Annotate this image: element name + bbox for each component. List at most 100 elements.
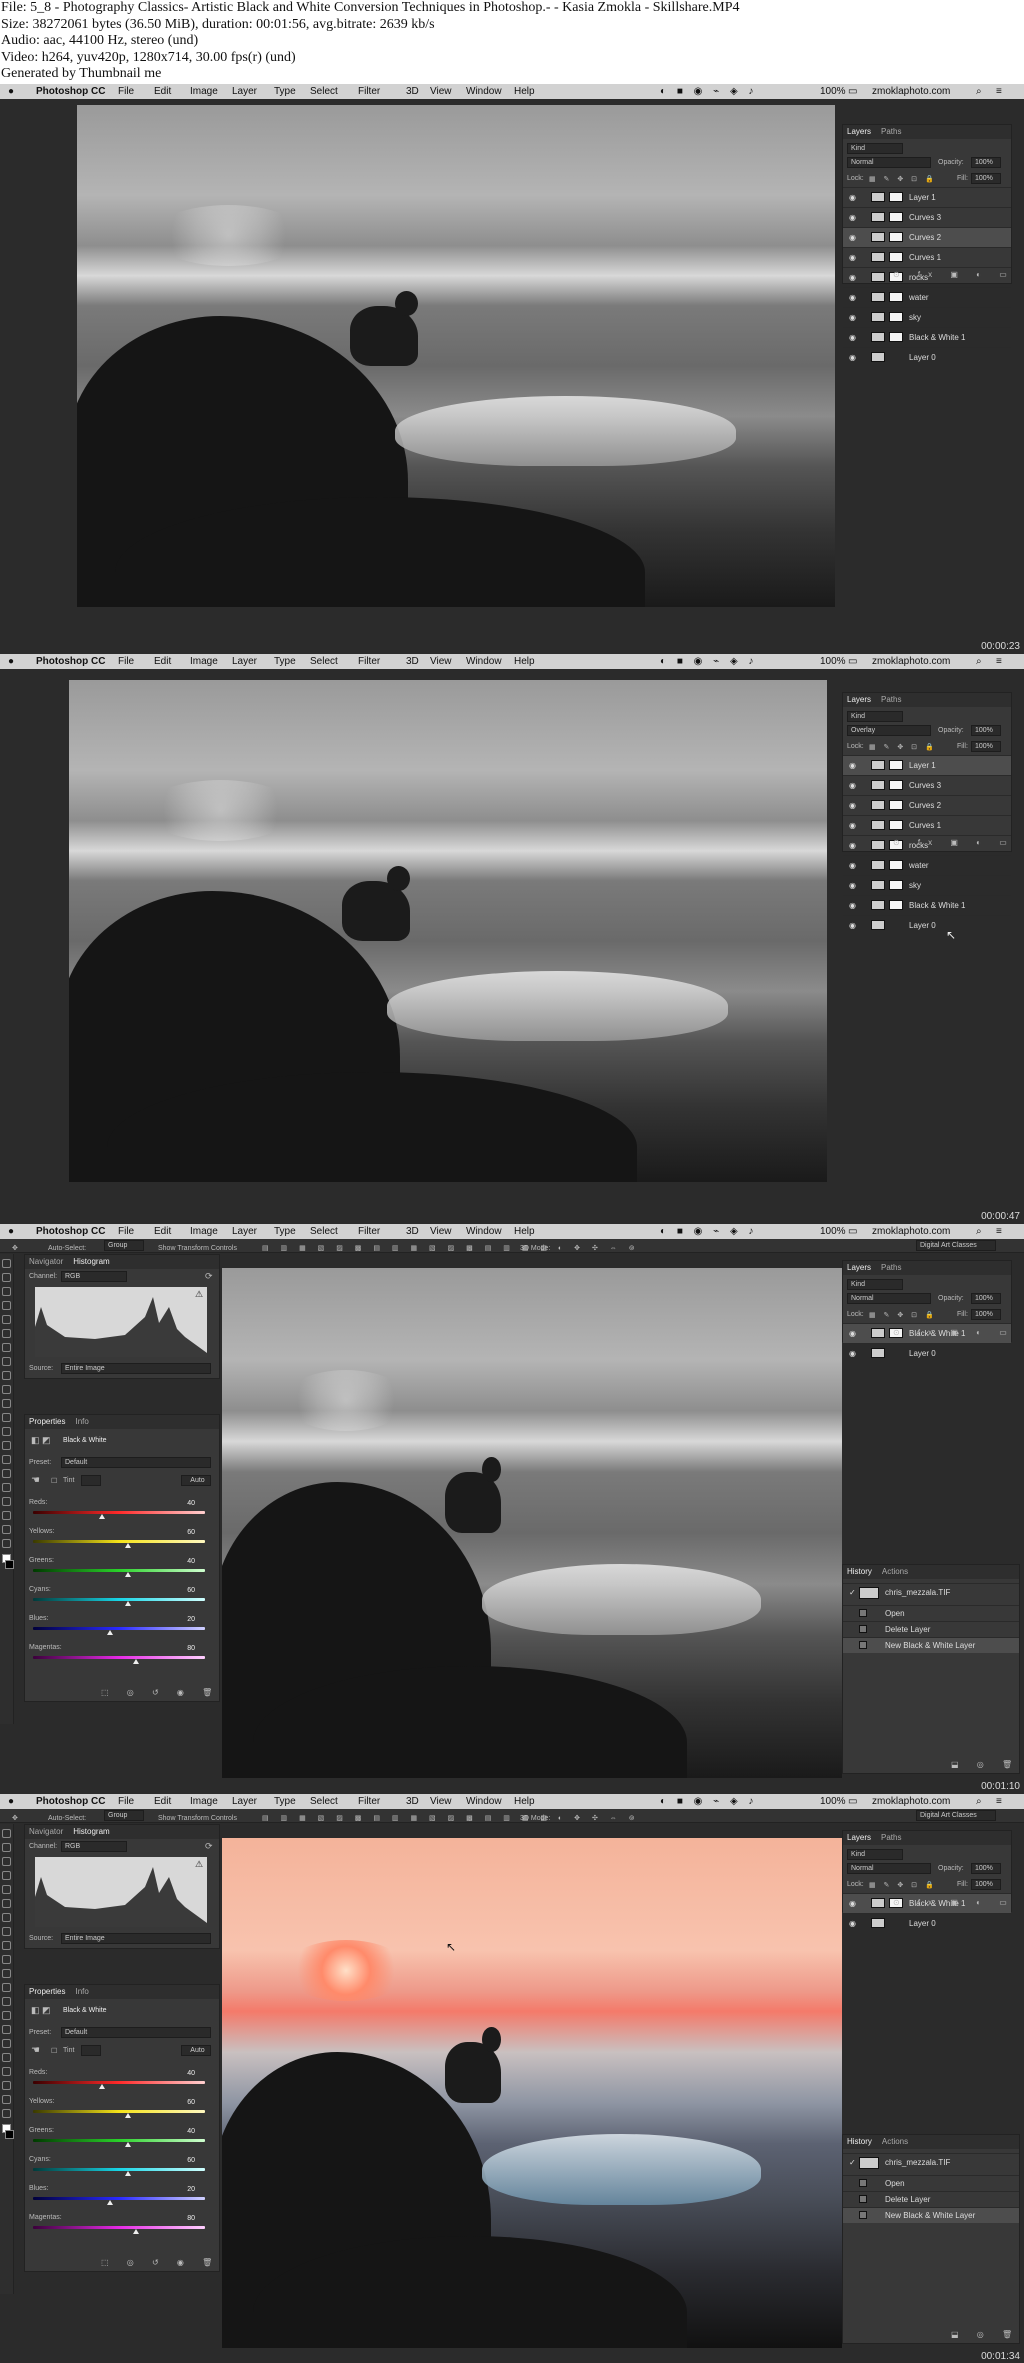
eye-icon[interactable]: ◉	[849, 816, 856, 836]
tint-checkbox[interactable]: ☐	[51, 2047, 57, 2055]
menu-3d[interactable]: 3D	[406, 1794, 419, 1809]
background-color-swatch[interactable]	[5, 1560, 14, 1569]
eye-icon[interactable]: ◉	[849, 756, 856, 776]
slider-red[interactable]	[33, 2081, 205, 2084]
slider-knob[interactable]	[124, 2113, 131, 2118]
layer-row[interactable]: ◉ Layer 0	[843, 347, 1011, 367]
menu-view[interactable]: View	[430, 1794, 452, 1809]
blend-mode-select[interactable]: Overlay	[847, 725, 931, 736]
eye-icon[interactable]: ◉	[849, 856, 856, 876]
eye-icon[interactable]: ◉	[849, 1914, 856, 1934]
move-tool-icon[interactable]	[2, 1829, 11, 1838]
slider-value[interactable]: 40	[181, 2127, 195, 2136]
tab-layers[interactable]: Layers	[847, 1263, 871, 1272]
more-tool-icon[interactable]	[2, 2109, 11, 2118]
zoom-tool-icon[interactable]	[2, 2095, 11, 2104]
layer-row[interactable]: ◉ Curves 3	[843, 207, 1011, 227]
gradient-tool-icon[interactable]	[2, 1413, 11, 1422]
tint-checkbox[interactable]: ☐	[51, 1477, 57, 1485]
document-canvas[interactable]	[69, 680, 827, 1182]
history-step[interactable]: New Black & White Layer	[843, 1637, 1019, 1653]
channel-select[interactable]: RGB	[61, 1271, 127, 1282]
slider-value[interactable]: 60	[181, 1528, 195, 1537]
slider-value[interactable]: 60	[181, 2156, 195, 2165]
kind-filter[interactable]: Kind	[847, 711, 903, 722]
slider-knob[interactable]	[107, 2200, 114, 2205]
tab-paths[interactable]: Paths	[881, 127, 901, 136]
menu-filter[interactable]: Filter	[358, 1794, 380, 1809]
layer-row[interactable]: ◉ Black & White 1	[843, 895, 1011, 915]
slider-green[interactable]	[33, 1569, 205, 1572]
slider-knob[interactable]	[98, 2084, 105, 2089]
menu-image[interactable]: Image	[190, 1794, 218, 1809]
slider-value[interactable]: 40	[181, 2069, 195, 2078]
tab-info[interactable]: Info	[75, 1987, 88, 1996]
layer-row[interactable]: ◉ Layer 1	[843, 755, 1011, 775]
menu-help[interactable]: Help	[514, 84, 535, 99]
apple-icon[interactable]: ●	[8, 1224, 14, 1239]
slider-value[interactable]: 80	[181, 2214, 195, 2223]
eye-icon[interactable]: ◉	[849, 308, 856, 328]
eraser-tool-icon[interactable]	[2, 1399, 11, 1408]
align-icons[interactable]: ▤ ▥ ▦ ▧ ▨ ▩ ▤ ▥ ▦ ▧ ▨ ▩ ▤ ▥ ▦ ▧	[262, 1242, 552, 1256]
tab-properties[interactable]: Properties	[29, 1417, 65, 1426]
menu-help[interactable]: Help	[514, 654, 535, 669]
eye-icon[interactable]: ◉	[849, 1324, 856, 1344]
eye-icon[interactable]: ◉	[849, 188, 856, 208]
layer-row[interactable]: ◉ Curves 1	[843, 247, 1011, 267]
eye-icon[interactable]: ◉	[849, 228, 856, 248]
dodge-tool-icon[interactable]	[2, 1441, 11, 1450]
menu-edit[interactable]: Edit	[154, 1224, 171, 1239]
document-canvas[interactable]	[77, 105, 835, 607]
menu-help[interactable]: Help	[514, 1794, 535, 1809]
lock-icons[interactable]: ▦ ✎ ✥ ⊡ 🔒	[869, 743, 937, 751]
opacity-value[interactable]: 100%	[971, 1293, 1001, 1304]
menu-view[interactable]: View	[430, 84, 452, 99]
slider-magenta[interactable]	[33, 1656, 205, 1659]
menu-layer[interactable]: Layer	[232, 1224, 257, 1239]
auto-select-target[interactable]: Group	[104, 1810, 144, 1821]
eye-icon[interactable]: ◉	[849, 896, 856, 916]
menu-type[interactable]: Type	[274, 84, 296, 99]
menu-help[interactable]: Help	[514, 1224, 535, 1239]
crop-tool-icon[interactable]	[2, 1315, 11, 1324]
hand-tool-icon[interactable]	[2, 1511, 11, 1520]
pen-tool-icon[interactable]	[2, 2025, 11, 2034]
shape-tool-icon[interactable]	[2, 2067, 11, 2076]
blend-mode-select[interactable]: Normal	[847, 157, 931, 168]
marquee-tool-icon[interactable]	[2, 1843, 11, 1852]
slider-knob[interactable]	[124, 2171, 131, 2176]
3d-mode-icons[interactable]: ◐ ✥ ✣ ⇔ ⊚	[558, 1242, 640, 1256]
list-icon[interactable]: ≡	[996, 1794, 1002, 1809]
auto-button[interactable]: Auto	[181, 1475, 211, 1486]
history-step[interactable]: New Black & White Layer	[843, 2207, 1019, 2223]
lock-icons[interactable]: ▦ ✎ ✥ ⊡ 🔒	[869, 175, 937, 183]
slider-knob[interactable]	[98, 1514, 105, 1519]
history-step[interactable]: Delete Layer	[843, 1621, 1019, 1637]
slider-knob[interactable]	[124, 1601, 131, 1606]
hand-icon[interactable]: ☚	[31, 1475, 40, 1486]
eye-icon[interactable]: ◉	[849, 348, 856, 368]
lasso-tool-icon[interactable]	[2, 1857, 11, 1866]
zoom-tool-icon[interactable]	[2, 1525, 11, 1534]
layer-row[interactable]: ◉ sky	[843, 875, 1011, 895]
type-tool-icon[interactable]	[2, 1469, 11, 1478]
eye-icon[interactable]: ◉	[849, 1344, 856, 1364]
app-name[interactable]: Photoshop CC	[36, 84, 105, 99]
layer-row[interactable]: ◉ sky	[843, 307, 1011, 327]
menu-layer[interactable]: Layer	[232, 1794, 257, 1809]
slider-value[interactable]: 20	[181, 2185, 195, 2194]
menu-3d[interactable]: 3D	[406, 84, 419, 99]
path-select-tool-icon[interactable]	[2, 2053, 11, 2062]
menu-select[interactable]: Select	[310, 1224, 338, 1239]
layer-row[interactable]: ◉ Layer 1	[843, 187, 1011, 207]
tab-navigator[interactable]: Navigator	[29, 1257, 63, 1266]
source-select[interactable]: Entire Image	[61, 1933, 211, 1944]
history-brush-tool-icon[interactable]	[2, 1385, 11, 1394]
menu-window[interactable]: Window	[466, 654, 502, 669]
crop-tool-icon[interactable]	[2, 1885, 11, 1894]
menu-window[interactable]: Window	[466, 1224, 502, 1239]
refresh-icon[interactable]: ⟳	[205, 1271, 213, 1282]
slider-value[interactable]: 80	[181, 1644, 195, 1653]
layer-row[interactable]: ◉ Layer 0	[843, 1913, 1011, 1933]
